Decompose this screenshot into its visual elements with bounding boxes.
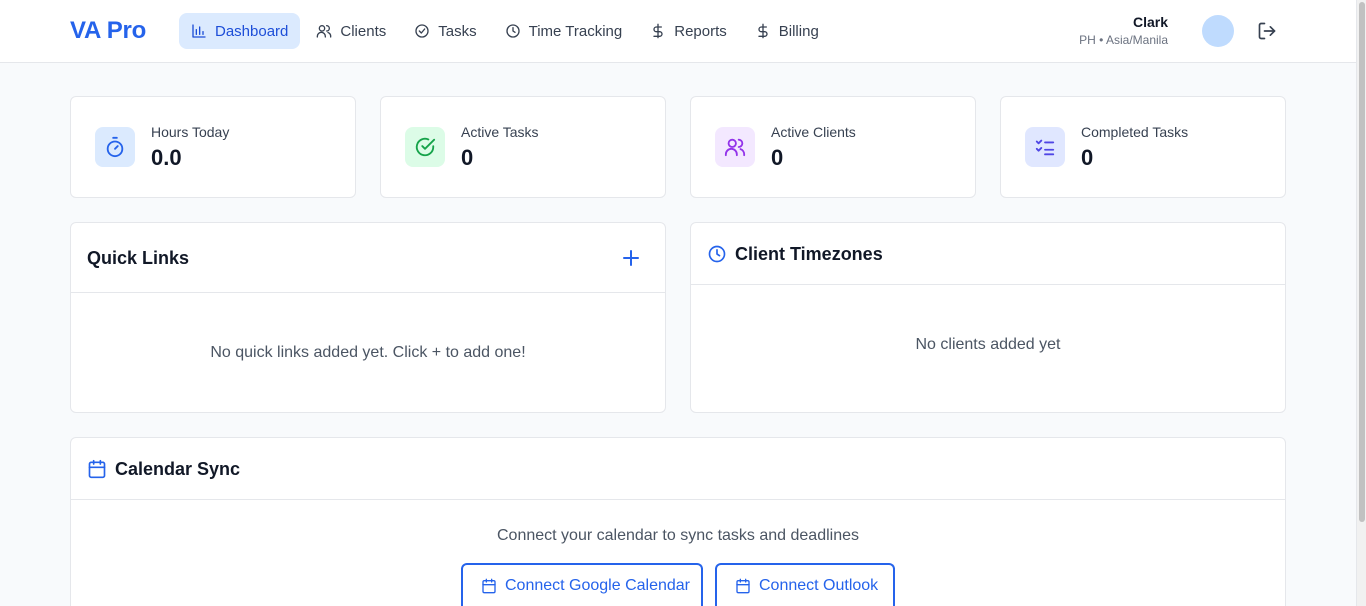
nav-label: Reports: [674, 22, 727, 40]
empty-state-text: No quick links added yet. Click + to add…: [210, 344, 526, 361]
nav-clients[interactable]: Clients: [304, 13, 398, 49]
stat-value: 0: [461, 145, 474, 170]
top-navbar: VA Pro Dashboard Clients Tasks Time Trac…: [0, 0, 1356, 63]
stat-icon-box: [715, 127, 755, 167]
nav-label: Dashboard: [215, 22, 289, 40]
stat-icon-box: [1025, 127, 1065, 167]
panel-title: Quick Links: [87, 248, 190, 268]
nav-billing[interactable]: Billing: [743, 13, 831, 49]
stat-card-active-clients: Active Clients 0: [690, 96, 976, 198]
stat-icon-box: [95, 127, 135, 167]
stat-value: 0.0: [151, 145, 182, 170]
brand-logo[interactable]: VA Pro: [70, 17, 146, 45]
dollar-icon: [758, 23, 768, 39]
timer-icon: [106, 136, 124, 158]
bar-chart-icon: [192, 24, 206, 38]
stat-card-completed-tasks: Completed Tasks 0: [1000, 96, 1286, 198]
stat-label: Hours Today: [151, 124, 230, 140]
scrollbar-thumb[interactable]: [1359, 2, 1365, 522]
button-label: Connect Outlook: [759, 576, 879, 594]
calendar-icon: [736, 578, 750, 593]
users-icon: [317, 25, 332, 38]
stat-label: Active Clients: [771, 124, 856, 140]
nav-dashboard[interactable]: Dashboard: [179, 13, 301, 49]
check-circle-icon: [415, 24, 429, 38]
panel-header: Client Timezones: [691, 223, 1285, 285]
connect-outlook-button[interactable]: Connect Outlook: [715, 563, 895, 606]
stat-value: 0: [771, 145, 784, 170]
nav-label: Tasks: [438, 22, 477, 40]
nav-reports[interactable]: Reports: [638, 13, 739, 49]
stat-label: Completed Tasks: [1081, 124, 1189, 140]
clock-icon: [707, 244, 727, 264]
client-timezones-panel: Client Timezones No clients added yet: [690, 222, 1286, 413]
calendar-icon: [482, 578, 496, 593]
stat-label: Active Tasks: [461, 124, 539, 140]
nav-label: Billing: [778, 22, 819, 40]
nav-tasks[interactable]: Tasks: [402, 13, 488, 49]
list-checks-icon: [1035, 139, 1055, 156]
user-name: Clark: [1132, 14, 1168, 30]
stat-card-active-tasks: Active Tasks 0: [380, 96, 666, 198]
stat-value: 0: [1081, 145, 1094, 170]
calendar-description: Connect your calendar to sync tasks and …: [497, 527, 859, 544]
panel-header: Quick Links: [71, 223, 665, 293]
avatar[interactable]: [1202, 15, 1234, 47]
connect-google-calendar-button[interactable]: Connect Google Calendar: [461, 563, 703, 606]
empty-state-text: No clients added yet: [915, 336, 1061, 353]
plus-icon: [623, 250, 639, 266]
logout-icon: [1258, 22, 1276, 40]
clock-icon: [505, 24, 520, 38]
nav-label: Time Tracking: [528, 22, 623, 40]
quick-links-panel: Quick Links No quick links added yet. Cl…: [70, 222, 666, 413]
stat-card-hours-today: Hours Today 0.0: [70, 96, 356, 198]
user-timezone: PH • Asia/Manila: [1079, 33, 1168, 47]
panel-title: Client Timezones: [735, 244, 883, 264]
main-nav: Dashboard Clients Tasks Time Tracking Re…: [179, 13, 835, 49]
logout-button[interactable]: [1257, 21, 1277, 41]
panel-header: Calendar Sync: [71, 438, 1285, 500]
page-scrollbar[interactable]: [1356, 0, 1366, 606]
check-circle-icon: [415, 137, 436, 157]
nav-time-tracking[interactable]: Time Tracking: [493, 13, 635, 49]
add-quick-link-button[interactable]: [619, 246, 643, 270]
users-icon: [724, 138, 746, 157]
panel-title: Calendar Sync: [115, 459, 241, 479]
nav-label: Clients: [340, 22, 387, 40]
button-label: Connect Google Calendar: [505, 576, 691, 594]
user-info: Clark PH • Asia/Manila: [1079, 14, 1168, 47]
stat-icon-box: [405, 127, 445, 167]
calendar-icon: [87, 459, 107, 479]
dollar-icon: [653, 23, 663, 39]
